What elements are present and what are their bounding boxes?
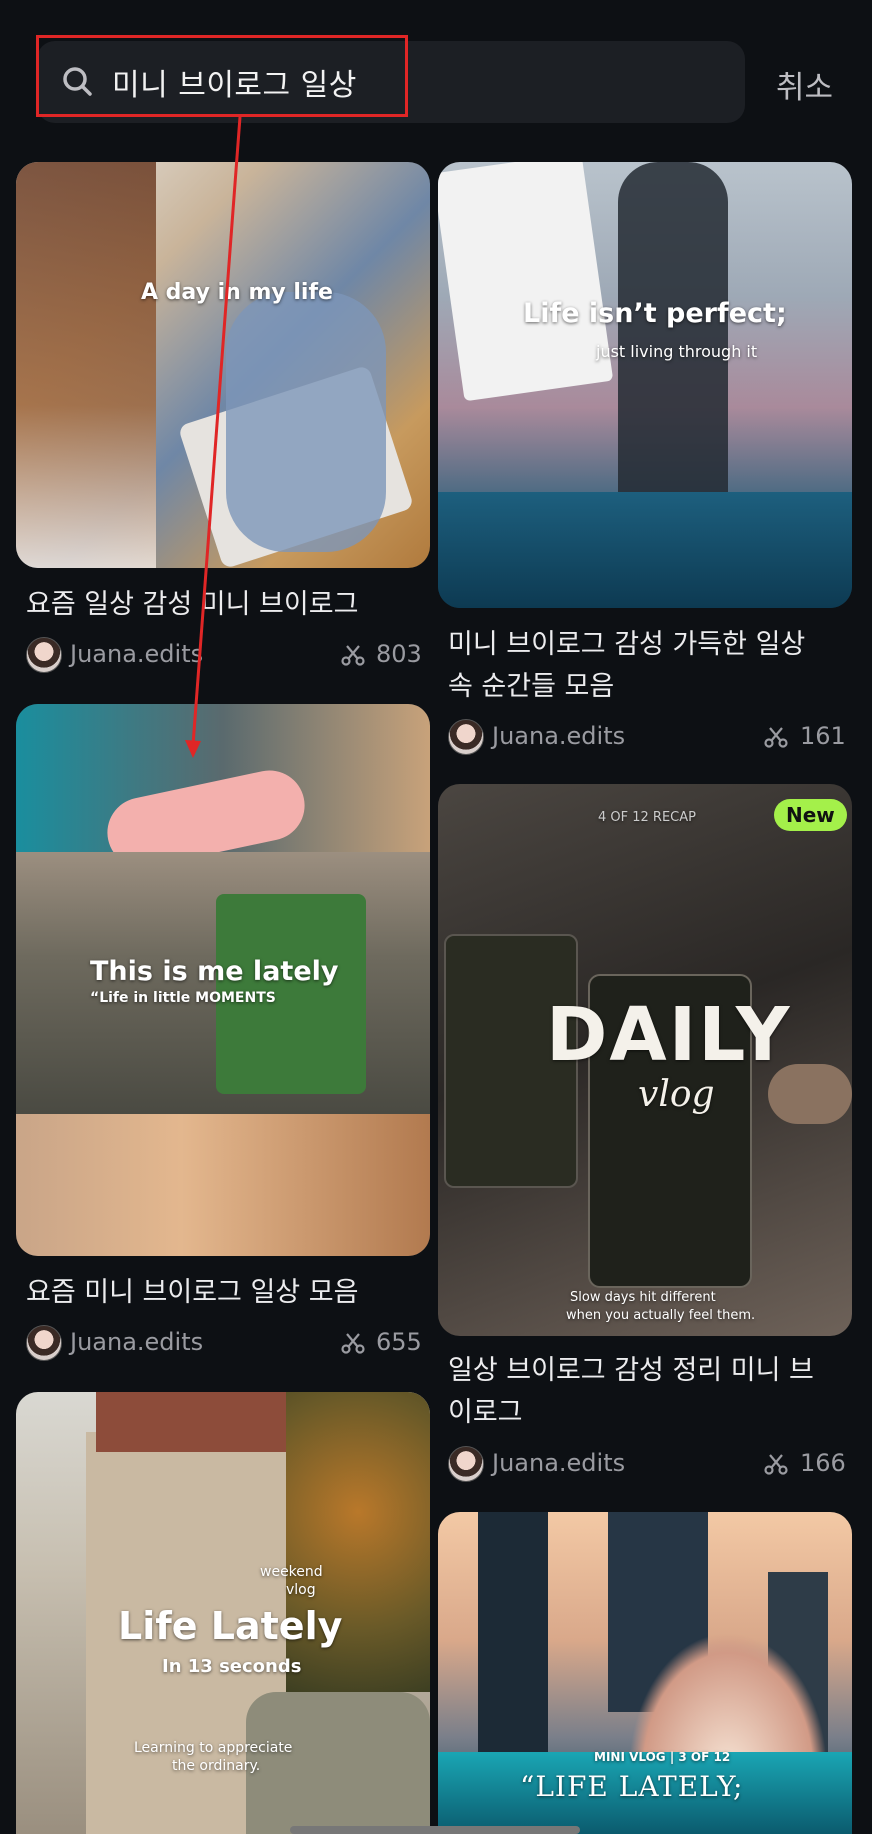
caption-line1: Slow days hit different [570, 1290, 716, 1305]
overlay-title: “LIFE LATELY; [520, 1770, 744, 1803]
caption-line2: when you actually feel them. [566, 1308, 756, 1323]
overlay-subtext: just living through it [596, 342, 758, 361]
overlay-small: MINI VLOG | 3 OF 12 [594, 1750, 731, 1764]
overlay-foot1: Learning to appreciate [134, 1740, 293, 1756]
new-badge: New [774, 799, 847, 831]
card-title[interactable]: 요즘 미니 브이로그 일상 모음 [26, 1272, 426, 1314]
card-thumbnail-2[interactable]: Life isn’t perfect; just living through … [438, 162, 852, 608]
search-highlight-box [36, 35, 408, 117]
scissors-icon [341, 645, 365, 666]
uses-count: 655 [376, 1328, 422, 1356]
overlay-foot2: the ordinary. [172, 1758, 261, 1774]
card-title-line2[interactable]: 이로그 [448, 1392, 848, 1434]
avatar[interactable] [448, 1446, 484, 1482]
overlay-subtitle: In 13 seconds [162, 1656, 302, 1677]
card-title[interactable]: 미니 브이로그 감성 가득한 일상 [448, 624, 848, 666]
recap-label: 4 OF 12 RECAP [598, 810, 696, 825]
overlay-small2: vlog [286, 1582, 316, 1598]
cancel-button[interactable]: 취소 [776, 62, 833, 107]
card-thumbnail-4[interactable]: 4 OF 12 RECAP DAILY vlog Slow days hit d… [438, 784, 852, 1336]
overlay-subtext: “Life in little MOMENTS [90, 990, 276, 1006]
overlay-text: Life isn’t perfect; [523, 298, 787, 329]
scissors-icon [764, 1454, 788, 1475]
card-meta: Juana.edits 161 [448, 719, 846, 755]
card-meta: Juana.edits 655 [26, 1325, 422, 1361]
card-meta: Juana.edits 166 [448, 1446, 846, 1482]
overlay-title: DAILY [546, 992, 792, 1078]
overlay-text: This is me lately [90, 956, 339, 987]
scissors-icon [764, 727, 788, 748]
card-meta: Juana.edits 803 [26, 637, 422, 673]
card-title[interactable]: 일상 브이로그 감성 정리 미니 브 [448, 1350, 848, 1392]
overlay-text: A day in my life [141, 280, 333, 305]
author-name[interactable]: Juana.edits [492, 719, 625, 753]
avatar[interactable] [26, 637, 62, 673]
uses-count: 803 [376, 640, 422, 668]
card-thumbnail-5[interactable]: weekend vlog Life Lately In 13 seconds L… [16, 1392, 430, 1834]
overlay-small: weekend [260, 1564, 323, 1580]
overlay-script: vlog [638, 1074, 715, 1115]
card-title[interactable]: 요즘 일상 감성 미니 브이로그 [26, 584, 426, 626]
avatar[interactable] [26, 1325, 62, 1361]
author-name[interactable]: Juana.edits [70, 637, 203, 671]
avatar[interactable] [448, 719, 484, 755]
card-title-line2[interactable]: 속 순간들 모음 [448, 666, 848, 708]
author-name[interactable]: Juana.edits [70, 1325, 203, 1359]
card-thumbnail-6[interactable]: MINI VLOG | 3 OF 12 “LIFE LATELY; [438, 1512, 852, 1834]
overlay-title: Life Lately [118, 1604, 343, 1648]
uses-count: 161 [800, 722, 846, 750]
author-name[interactable]: Juana.edits [492, 1446, 625, 1480]
home-indicator[interactable] [290, 1826, 580, 1834]
scissors-icon [341, 1333, 365, 1354]
card-thumbnail-3[interactable]: This is me lately “Life in little MOMENT… [16, 704, 430, 1256]
card-thumbnail-1[interactable]: A day in my life [16, 162, 430, 568]
uses-count: 166 [800, 1449, 846, 1477]
